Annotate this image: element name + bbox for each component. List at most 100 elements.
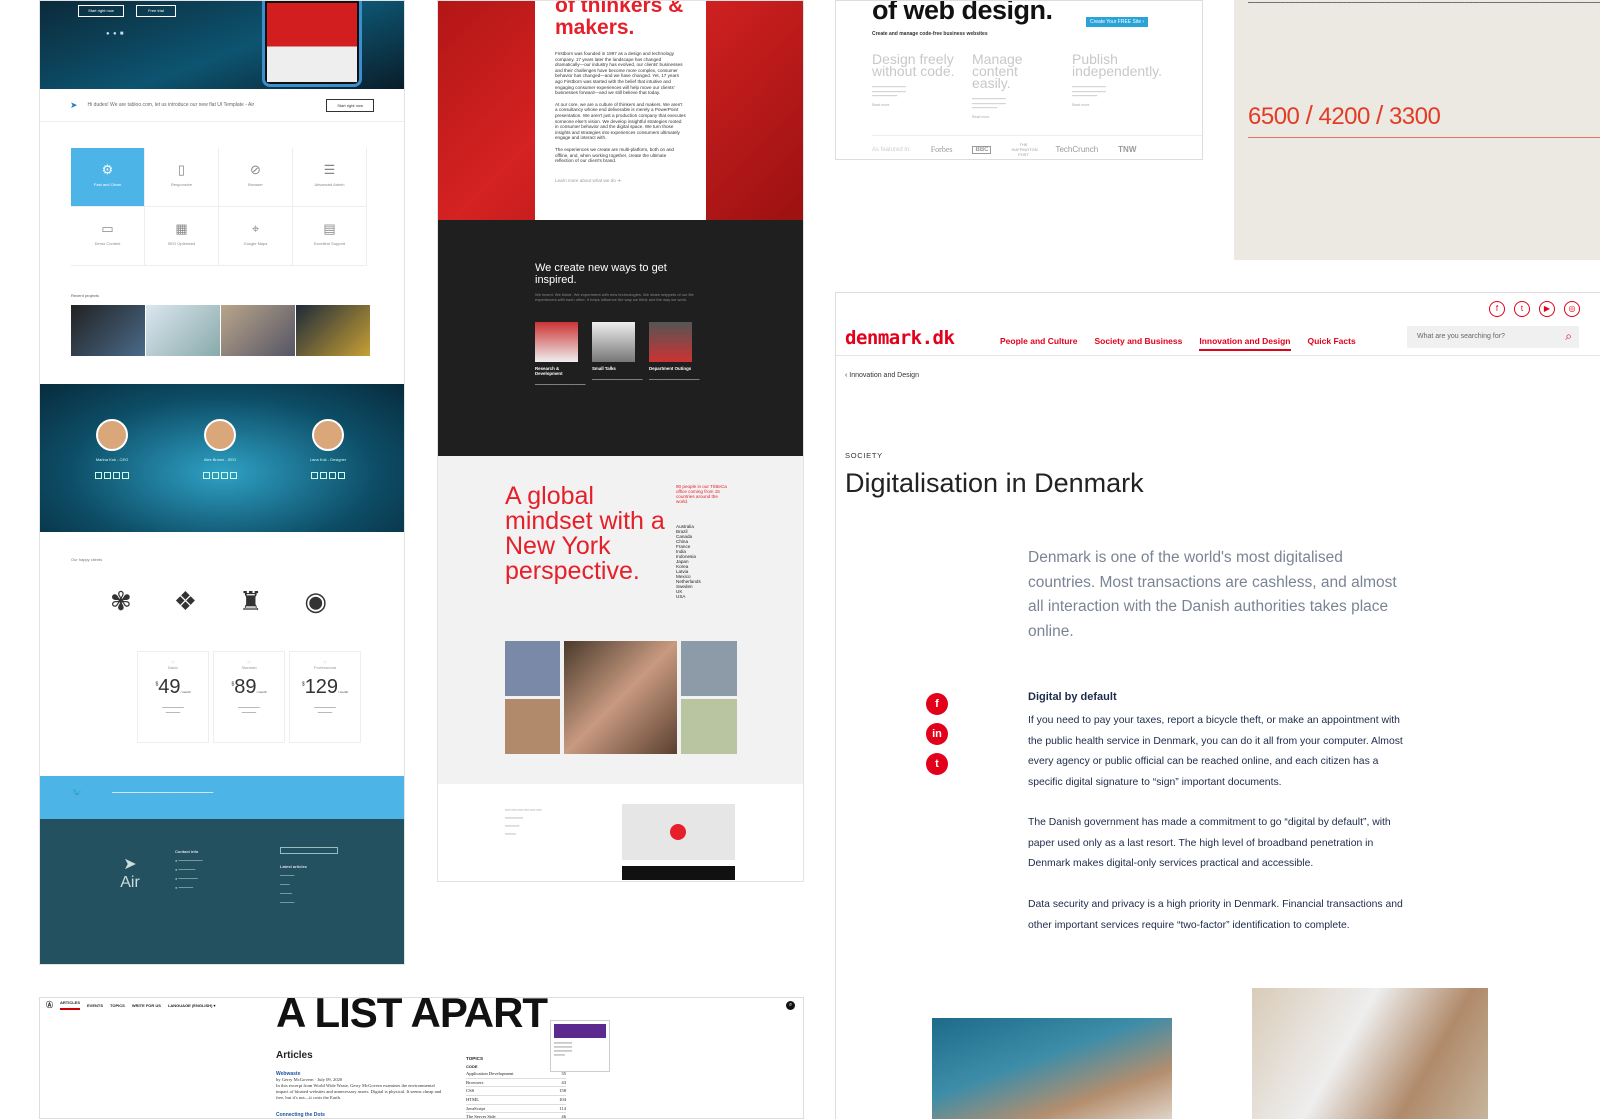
nav-events[interactable]: EVENTS bbox=[87, 1003, 103, 1008]
nav-society-business[interactable]: Society and Business bbox=[1094, 336, 1182, 351]
intro-cta-button[interactable]: Start right now bbox=[326, 98, 374, 112]
read-more-link[interactable]: Read more bbox=[972, 115, 989, 119]
tile-outings[interactable]: Department Outings ━━━━━━━━━━━━━━━━━━━━━ bbox=[649, 322, 700, 387]
recent-projects bbox=[71, 305, 370, 356]
feature-tile[interactable]: ▭ Demo Content bbox=[71, 207, 145, 266]
feature-tile[interactable]: ⚙ Fast and Clean bbox=[71, 148, 145, 207]
map-pin-icon bbox=[670, 824, 686, 840]
breadcrumb[interactable]: ‹ Innovation and Design bbox=[845, 372, 919, 379]
tile-small-talks[interactable]: Small Talks ━━━━━━━━━━━━━━━━━━━━━ bbox=[592, 322, 643, 387]
client-logo: ✾ bbox=[110, 586, 132, 616]
instagram-icon[interactable]: ◎ bbox=[1564, 301, 1580, 317]
search-input[interactable]: What are you searching for? ⌕ bbox=[1407, 326, 1579, 348]
feature-tile[interactable]: ▦ SEO Optimized bbox=[145, 207, 219, 266]
avatar bbox=[204, 419, 236, 451]
tile-research[interactable]: Research & Development ━━━━━━━━━━━━━━━━━━… bbox=[535, 322, 586, 387]
feature-tile[interactable]: ⌖ Google Maps bbox=[219, 207, 293, 266]
pricing-card[interactable]: ♡ Professional $129/ month ━━━━━━━━━ ━━━━━━ bbox=[289, 651, 361, 743]
project-thumb[interactable] bbox=[296, 305, 370, 356]
avatar bbox=[312, 419, 344, 451]
plan-name: Professional bbox=[313, 665, 336, 670]
feature-tile[interactable]: ☰ Advanced Admin bbox=[293, 148, 367, 207]
article-item[interactable]: Connecting the Dots bbox=[276, 1112, 446, 1118]
footer-search-input[interactable] bbox=[280, 847, 338, 854]
project-thumb[interactable] bbox=[146, 305, 220, 356]
hero-start-button[interactable]: Start right now bbox=[78, 5, 124, 17]
hero-trial-button[interactable]: Free trial bbox=[136, 5, 176, 17]
nav-topics[interactable]: TOPICS bbox=[110, 1003, 125, 1008]
learn-more-link[interactable]: Learn more about what we do ➔ bbox=[555, 178, 686, 184]
create-site-button[interactable]: Create Your FREE Site › bbox=[1086, 17, 1149, 27]
poster-fine-print: ━━━━━━━━━━━━━━━━━━━━━━━━━━━━━━━━━━━━━━━━… bbox=[1248, 0, 1600, 5]
topic-row[interactable]: The Server Side 46 bbox=[466, 1113, 566, 1118]
team-member: Lana Kok - Designer bbox=[278, 419, 378, 479]
feature-label: SEO Optimized bbox=[167, 241, 196, 246]
read-more-link[interactable]: Read more bbox=[872, 103, 889, 107]
nav-innovation-design[interactable]: Innovation and Design bbox=[1199, 336, 1291, 351]
nav-write[interactable]: WRITE FOR US bbox=[132, 1003, 161, 1008]
site-logo[interactable]: denmark.dk bbox=[845, 327, 955, 349]
nav-quick-facts[interactable]: Quick Facts bbox=[1308, 336, 1356, 351]
map-pin-icon: ⌖ bbox=[251, 221, 260, 236]
feature-tile[interactable]: ▤ Excellent Support bbox=[293, 207, 367, 266]
nav-articles[interactable]: ARTICLES bbox=[60, 1000, 80, 1010]
plan-price: $129/ month bbox=[301, 676, 349, 698]
read-more-link[interactable]: Read more bbox=[1072, 103, 1089, 107]
nav-language[interactable]: LANGUAGE (ENGLISH) ▾ bbox=[168, 1003, 216, 1008]
topic-row[interactable]: CSS 158 bbox=[466, 1087, 566, 1096]
feature-tile[interactable]: ▯ Responsive bbox=[145, 148, 219, 207]
intro-bar: ➤ Hi dudes! We are tabloo.com, let us in… bbox=[40, 89, 404, 122]
denmark-dk-screenshot[interactable]: f t ▶ ◎ denmark.dk People and Culture So… bbox=[835, 292, 1600, 1119]
twitter-icon[interactable]: t bbox=[1514, 301, 1530, 317]
search-icon[interactable]: ⌕ bbox=[1565, 329, 1572, 344]
pricing-card[interactable]: ♡ Basic $49/ month ━━━━━━━━━ ━━━━━━ bbox=[137, 651, 209, 743]
client-logos: ✾ ❖ ♜ ◉ bbox=[110, 586, 404, 617]
section-heading: Digital by default bbox=[1028, 691, 1117, 703]
firstborn-screenshot[interactable]: of thinkers & makers. Firstborn was foun… bbox=[437, 0, 804, 882]
topic-row[interactable]: HTML 104 bbox=[466, 1096, 566, 1105]
contact-info: Contact info ● ━━━━━━━━━━ ● ━━━━━━━ ● ━━━━━… bbox=[175, 849, 203, 890]
twitter-icon[interactable]: t bbox=[926, 753, 948, 775]
team-photos bbox=[505, 641, 737, 754]
laptop-icon: ▭ bbox=[101, 221, 114, 236]
share-buttons: f in t bbox=[926, 693, 948, 775]
topic-row[interactable]: Browsers 43 bbox=[466, 1079, 566, 1088]
office-map[interactable] bbox=[622, 804, 735, 860]
feature-col: Design freely without code. ━━━━━━━━━━━━━… bbox=[872, 51, 955, 107]
country-item: USA bbox=[676, 594, 686, 599]
headline: of thinkers & makers. bbox=[555, 0, 684, 39]
topic-row[interactable]: JavaScript 114 bbox=[466, 1105, 566, 1114]
main-nav: People and Culture Society and Business … bbox=[1000, 336, 1356, 351]
project-thumb[interactable] bbox=[71, 305, 145, 356]
a-list-apart-screenshot[interactable]: Ⓐ ARTICLES EVENTS TOPICS WRITE FOR US LA… bbox=[39, 997, 804, 1119]
article-item[interactable]: Webwaste by Gerry McGovern · July 09, 202… bbox=[276, 1071, 446, 1101]
recent-projects-heading: Recent projects bbox=[71, 293, 99, 298]
linkedin-icon[interactable]: in bbox=[926, 723, 948, 745]
ala-logo-icon[interactable]: Ⓐ bbox=[46, 1000, 53, 1010]
footer: ➤ Air Contact info ● ━━━━━━━━━━ ● ━━━━━━━ ● … bbox=[40, 819, 404, 964]
youtube-icon[interactable]: ▶ bbox=[1539, 301, 1555, 317]
feature-label: Advanced Admin bbox=[314, 182, 345, 187]
chart-icon: ▦ bbox=[175, 221, 188, 236]
countries-list: Australia Brazil Canada China France India Ind… bbox=[676, 524, 701, 599]
facebook-icon[interactable]: f bbox=[1489, 301, 1505, 317]
global-section: A global mindset with a New York perspec… bbox=[438, 456, 803, 784]
poster-red-text: ━━━━━━━━━━━━━━━━━━━━━━━━━━━━━━━━━━━━━━━━… bbox=[1248, 135, 1600, 140]
facebook-icon[interactable]: f bbox=[926, 693, 948, 715]
webflow-subtitle: Create and manage code-free business web… bbox=[872, 31, 988, 37]
features-grid: ⚙ Fast and Clean ▯ Responsive ⊘ Browser ☰ Advan… bbox=[71, 148, 367, 266]
chevron-left-icon: ‹ bbox=[845, 372, 848, 379]
feature-tile[interactable]: ⊘ Browser bbox=[219, 148, 293, 207]
sponsor-ad[interactable]: ━━━━━━━━━━ ━━━━━━━━━━ ━━━━━━━━━━ ━━━━━━ bbox=[550, 1020, 610, 1072]
feature-label: Responsive bbox=[171, 182, 192, 187]
search-icon[interactable]: ⌕ bbox=[786, 1001, 795, 1010]
pricing-card[interactable]: ♡ Standart $89/ month ━━━━━━━━━ ━━━━━━ bbox=[213, 651, 285, 743]
category-label: SOCIETY bbox=[845, 451, 883, 460]
air-template-screenshot[interactable]: Start right now Free trial ● ● ■ ➤ Hi du… bbox=[39, 0, 405, 965]
devices-icon: ▯ bbox=[177, 162, 186, 177]
nav-people-culture[interactable]: People and Culture bbox=[1000, 336, 1077, 351]
sliders-icon: ☰ bbox=[323, 162, 336, 177]
webflow-screenshot[interactable]: of web design. Create Your FREE Site › C… bbox=[835, 0, 1203, 160]
team-member: Marina Kok - CEO bbox=[62, 419, 162, 479]
project-thumb[interactable] bbox=[221, 305, 295, 356]
